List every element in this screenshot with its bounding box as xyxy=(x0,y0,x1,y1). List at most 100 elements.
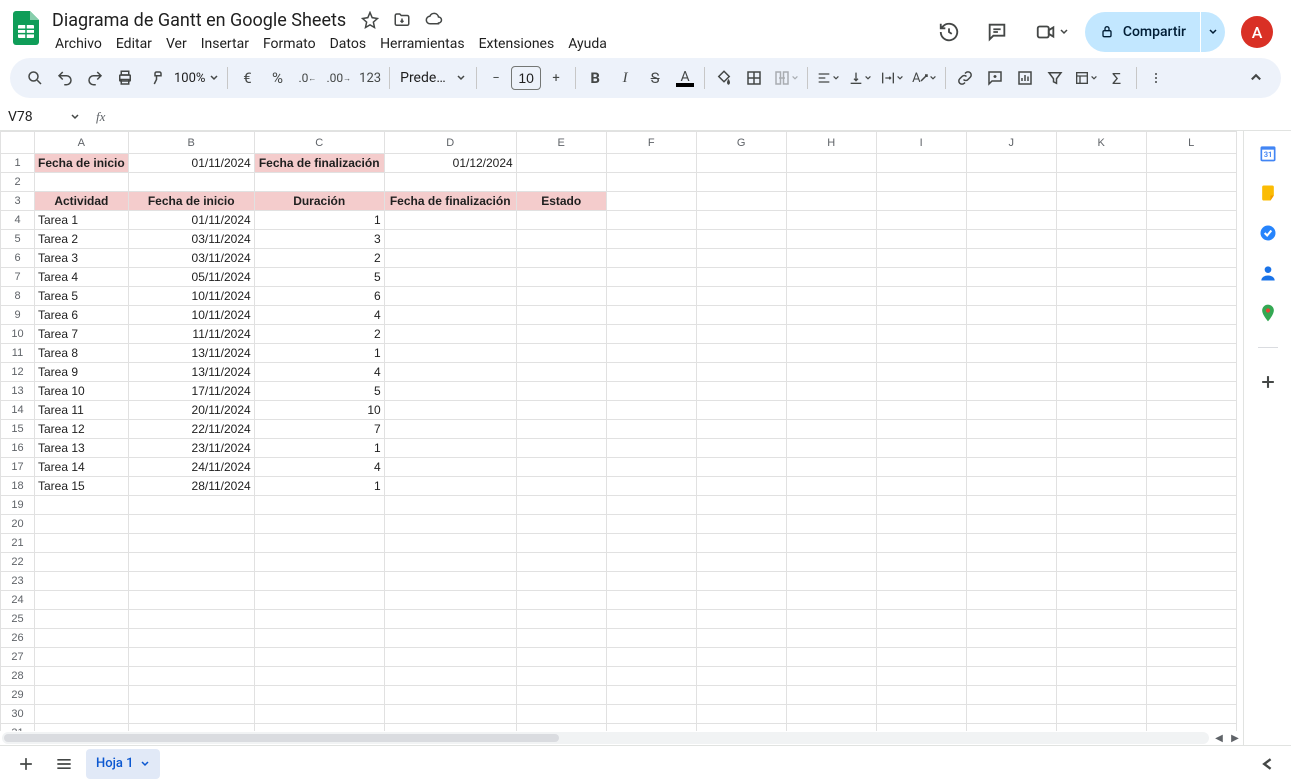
keep-icon[interactable] xyxy=(1258,183,1278,203)
row-header-27[interactable]: 27 xyxy=(1,648,35,667)
cell[interactable] xyxy=(606,610,696,629)
scroll-left-icon[interactable]: ◀ xyxy=(1211,731,1227,745)
cell[interactable] xyxy=(966,648,1056,667)
cell-B5[interactable]: 03/11/2024 xyxy=(128,230,254,249)
zoom-select[interactable]: 100% xyxy=(170,71,223,86)
cell-L18[interactable] xyxy=(1146,477,1236,496)
cell-K15[interactable] xyxy=(1056,420,1146,439)
cell-B7[interactable]: 05/11/2024 xyxy=(128,268,254,287)
cell[interactable] xyxy=(786,534,876,553)
cell-D1[interactable]: 01/12/2024 xyxy=(384,154,516,173)
cell-B6[interactable]: 03/11/2024 xyxy=(128,249,254,268)
cell[interactable] xyxy=(876,705,966,724)
cell-B13[interactable]: 17/11/2024 xyxy=(128,382,254,401)
functions-icon[interactable]: Σ xyxy=(1102,63,1132,93)
cell[interactable] xyxy=(384,591,516,610)
cell[interactable] xyxy=(786,629,876,648)
cell[interactable] xyxy=(606,572,696,591)
cell[interactable] xyxy=(606,591,696,610)
cell-E11[interactable] xyxy=(516,344,606,363)
cell-D9[interactable] xyxy=(384,306,516,325)
cell-A1[interactable]: Fecha de inicio xyxy=(35,154,129,173)
cell[interactable] xyxy=(516,534,606,553)
menu-ayuda[interactable]: Ayuda xyxy=(561,34,614,58)
cell[interactable] xyxy=(606,496,696,515)
col-header-B[interactable]: B xyxy=(128,132,254,154)
percent-icon[interactable]: % xyxy=(262,63,292,93)
cell[interactable] xyxy=(128,515,254,534)
cell-C13[interactable]: 5 xyxy=(254,382,384,401)
cell-C15[interactable]: 7 xyxy=(254,420,384,439)
more-icon[interactable] xyxy=(1141,63,1171,93)
cell-C14[interactable]: 10 xyxy=(254,401,384,420)
cell-D10[interactable] xyxy=(384,325,516,344)
cell[interactable] xyxy=(696,610,786,629)
cell-A16[interactable]: Tarea 13 xyxy=(35,439,129,458)
sheets-logo[interactable] xyxy=(6,8,46,48)
cell-D16[interactable] xyxy=(384,439,516,458)
cell[interactable] xyxy=(35,572,129,591)
cell-L3[interactable] xyxy=(1146,192,1236,211)
cell-I4[interactable] xyxy=(876,211,966,230)
filter-icon[interactable] xyxy=(1040,63,1070,93)
row-header-17[interactable]: 17 xyxy=(1,458,35,477)
cell[interactable] xyxy=(516,610,606,629)
cell-D15[interactable] xyxy=(384,420,516,439)
row-header-2[interactable]: 2 xyxy=(1,173,35,192)
cell[interactable] xyxy=(1146,648,1236,667)
col-header-L[interactable]: L xyxy=(1146,132,1236,154)
cell-K17[interactable] xyxy=(1056,458,1146,477)
row-header-12[interactable]: 12 xyxy=(1,363,35,382)
cell-G14[interactable] xyxy=(696,401,786,420)
cell-H1[interactable] xyxy=(786,154,876,173)
cell[interactable] xyxy=(1056,667,1146,686)
cell-B1[interactable]: 01/11/2024 xyxy=(128,154,254,173)
horizontal-scrollbar[interactable]: ◀ ▶ xyxy=(0,731,1243,745)
cell-A3[interactable]: Actividad xyxy=(35,192,129,211)
cell-K9[interactable] xyxy=(1056,306,1146,325)
cell[interactable] xyxy=(786,173,876,192)
strikethrough-icon[interactable]: S xyxy=(640,63,670,93)
undo-icon[interactable] xyxy=(50,63,80,93)
cell-B15[interactable]: 22/11/2024 xyxy=(128,420,254,439)
cell-I13[interactable] xyxy=(876,382,966,401)
cell-H4[interactable] xyxy=(786,211,876,230)
cell-F10[interactable] xyxy=(606,325,696,344)
cell-B10[interactable]: 11/11/2024 xyxy=(128,325,254,344)
cell-G1[interactable] xyxy=(696,154,786,173)
cell[interactable] xyxy=(384,515,516,534)
row-header-23[interactable]: 23 xyxy=(1,572,35,591)
cell-C8[interactable]: 6 xyxy=(254,287,384,306)
cell[interactable] xyxy=(786,724,876,732)
row-header-22[interactable]: 22 xyxy=(1,553,35,572)
cell[interactable] xyxy=(1056,648,1146,667)
cell-F13[interactable] xyxy=(606,382,696,401)
cell-B8[interactable]: 10/11/2024 xyxy=(128,287,254,306)
cell[interactable] xyxy=(786,686,876,705)
cell-C16[interactable]: 1 xyxy=(254,439,384,458)
cell[interactable] xyxy=(696,591,786,610)
cell-E18[interactable] xyxy=(516,477,606,496)
row-header-31[interactable]: 31 xyxy=(1,724,35,732)
cell-B11[interactable]: 13/11/2024 xyxy=(128,344,254,363)
cell-H13[interactable] xyxy=(786,382,876,401)
cell[interactable] xyxy=(1056,534,1146,553)
cell[interactable] xyxy=(966,591,1056,610)
cell-B14[interactable]: 20/11/2024 xyxy=(128,401,254,420)
cell-K11[interactable] xyxy=(1056,344,1146,363)
cell-F17[interactable] xyxy=(606,458,696,477)
cell-H8[interactable] xyxy=(786,287,876,306)
cell-C5[interactable]: 3 xyxy=(254,230,384,249)
cell[interactable] xyxy=(606,724,696,732)
cell-D14[interactable] xyxy=(384,401,516,420)
cell[interactable] xyxy=(254,724,384,732)
cell[interactable] xyxy=(1056,610,1146,629)
cell-C12[interactable]: 4 xyxy=(254,363,384,382)
cell-E6[interactable] xyxy=(516,249,606,268)
cell-F12[interactable] xyxy=(606,363,696,382)
cell-J8[interactable] xyxy=(966,287,1056,306)
cell-K12[interactable] xyxy=(1056,363,1146,382)
cell[interactable] xyxy=(128,591,254,610)
menu-formato[interactable]: Formato xyxy=(256,34,323,58)
cell-F5[interactable] xyxy=(606,230,696,249)
